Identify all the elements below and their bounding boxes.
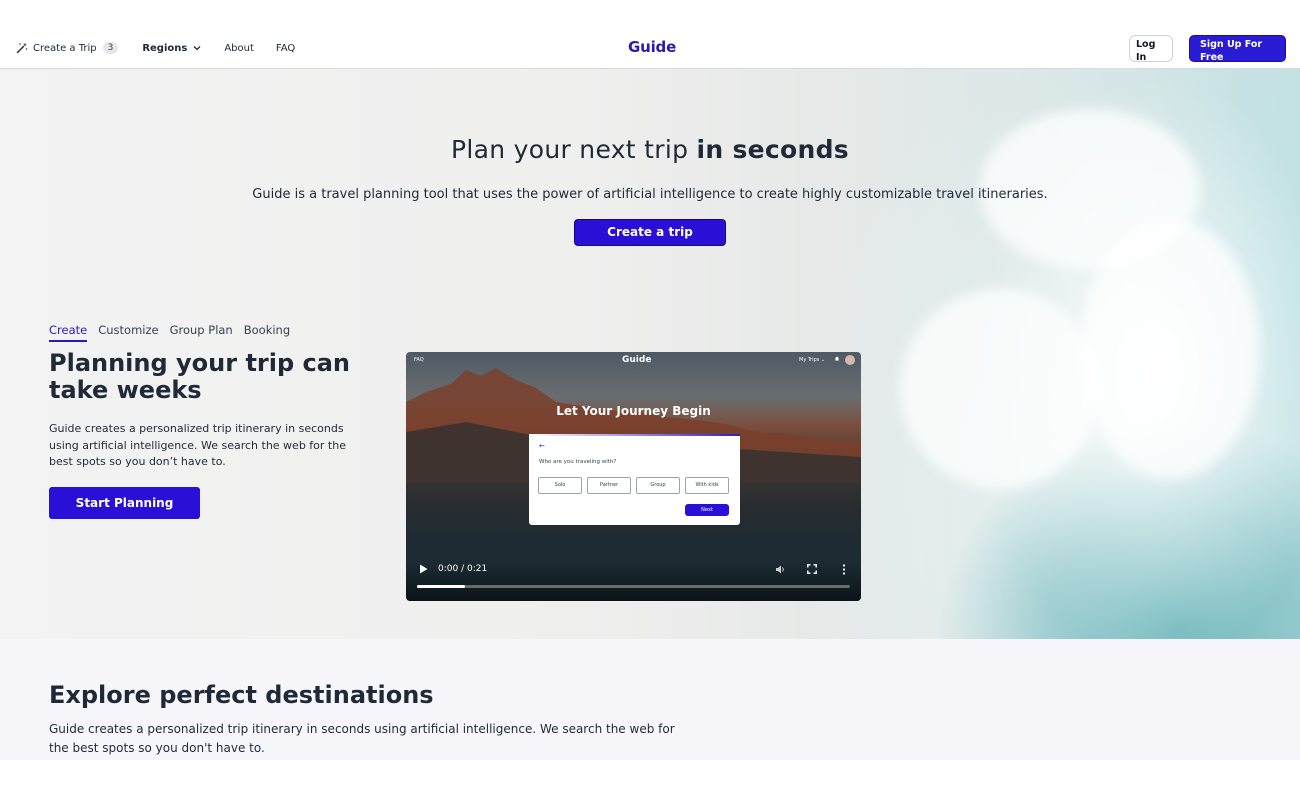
start-planning-button[interactable]: Start Planning <box>49 487 200 519</box>
video-logo-text: Guide <box>622 355 652 365</box>
video-option: Solo <box>538 477 582 494</box>
video-dialog-card: ← Who are you traveling with? Solo Partn… <box>529 434 740 525</box>
top-nav: Create a Trip 3 Regions About FAQ Guide … <box>0 28 1300 69</box>
create-trip-label: Create a Trip <box>33 42 97 54</box>
explore-section: Explore perfect destinations Guide creat… <box>0 639 1300 760</box>
create-trip-link[interactable]: Create a Trip 3 <box>16 42 119 54</box>
video-progress-fill <box>417 585 465 588</box>
magic-wand-icon <box>16 42 28 54</box>
regions-dropdown[interactable]: Regions <box>142 43 202 54</box>
demo-video[interactable]: FAQ Guide My Trips ⌄ Let Your Journey Be… <box>406 352 861 601</box>
video-controls: 0:00 / 0:21 <box>406 561 861 601</box>
about-link[interactable]: About <box>224 43 254 54</box>
trip-count-badge: 3 <box>102 42 119 54</box>
video-avatar <box>845 355 855 365</box>
video-topbar: FAQ Guide My Trips ⌄ <box>406 355 861 367</box>
video-time: 0:00 / 0:21 <box>438 564 488 574</box>
video-option: With kids <box>685 477 729 494</box>
tab-customize[interactable]: Customize <box>98 323 158 342</box>
back-arrow-icon: ← <box>539 442 545 450</box>
feature-description: Guide creates a personalized trip itiner… <box>49 422 346 468</box>
feature-tabs: Create Customize Group Plan Booking <box>49 323 301 342</box>
hero-section: Plan your next trip in seconds Guide is … <box>0 69 1300 639</box>
nav-left: Create a Trip 3 Regions About FAQ <box>16 28 295 68</box>
page: Create a Trip 3 Regions About FAQ Guide … <box>0 0 1300 788</box>
wave-foam <box>900 289 1100 489</box>
play-icon[interactable] <box>419 564 428 574</box>
video-progress-track[interactable] <box>417 585 850 588</box>
tab-booking[interactable]: Booking <box>244 323 290 342</box>
tab-create[interactable]: Create <box>49 323 88 342</box>
video-faq-text: FAQ <box>414 357 424 363</box>
video-heading: Let Your Journey Begin <box>556 404 711 418</box>
feature-title: Planning your trip can take weeks <box>49 349 351 404</box>
hero-title-bold: in seconds <box>696 135 849 164</box>
bell-icon <box>835 356 839 361</box>
video-option: Group <box>636 477 680 494</box>
login-button[interactable]: Log In <box>1129 35 1173 63</box>
video-next-button: Next <box>685 504 729 516</box>
signup-button[interactable]: Sign Up For Free <box>1189 35 1286 63</box>
video-option: Partner <box>587 477 631 494</box>
video-question: Who are you traveling with? <box>539 459 617 465</box>
guide-logo[interactable]: Guide <box>628 38 676 56</box>
volume-icon[interactable] <box>775 564 786 575</box>
hero-title-regular: Plan your next trip <box>451 135 689 164</box>
wave-foam <box>1080 219 1260 479</box>
more-vertical-icon[interactable] <box>839 564 849 575</box>
tab-group-plan[interactable]: Group Plan <box>170 323 233 342</box>
video-options: Solo Partner Group With kids <box>538 477 734 494</box>
fullscreen-icon[interactable] <box>807 564 817 574</box>
video-card-progress <box>529 434 740 436</box>
hero-subtitle: Guide is a travel planning tool that use… <box>252 187 1048 202</box>
explore-description: Guide creates a personalized trip itiner… <box>49 722 675 755</box>
hero-title: Plan your next trip in seconds <box>0 135 1300 164</box>
regions-label: Regions <box>142 42 188 54</box>
explore-title: Explore perfect destinations <box>49 681 434 709</box>
faq-link[interactable]: FAQ <box>276 43 295 54</box>
chevron-down-icon <box>193 46 201 51</box>
video-mytrips-text: My Trips ⌄ <box>799 357 826 363</box>
create-trip-button[interactable]: Create a trip <box>574 219 726 246</box>
